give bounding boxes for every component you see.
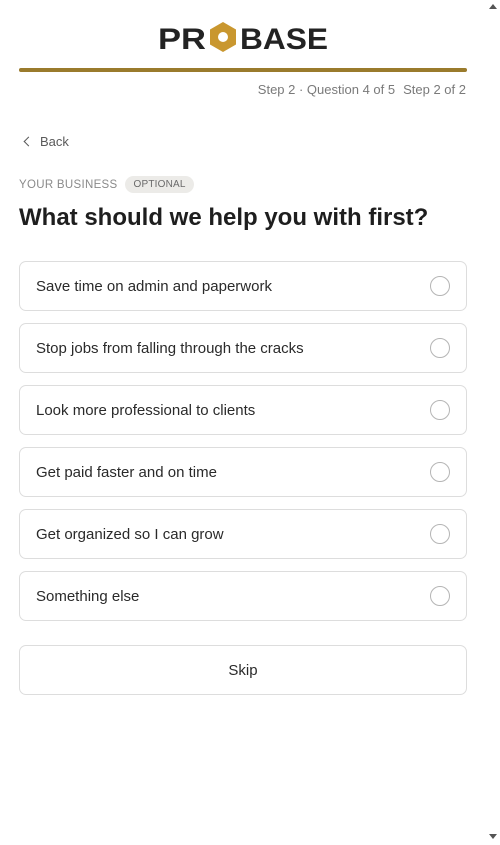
option-something-else[interactable]: Something else: [19, 571, 467, 621]
radio-icon[interactable]: [430, 524, 450, 544]
scrollbar[interactable]: [486, 0, 500, 845]
radio-icon[interactable]: [430, 586, 450, 606]
radio-icon[interactable]: [430, 462, 450, 482]
radio-icon[interactable]: [430, 400, 450, 420]
progress-fill: [19, 68, 467, 72]
options-list: Save time on admin and paperwork Stop jo…: [19, 261, 467, 633]
step-progress-text: Step 2 of 2: [403, 82, 466, 97]
section-label: YOUR BUSINESS: [19, 178, 118, 191]
probase-logo: PR BASE: [0, 22, 485, 57]
option-label: Look more professional to clients: [36, 401, 256, 419]
optional-badge: OPTIONAL: [125, 176, 194, 193]
onboarding-page: PR BASE Step 2 · Question 4 of 5 Step 2 o…: [0, 0, 500, 845]
option-label: Get paid faster and on time: [36, 463, 217, 481]
option-look-professional[interactable]: Look more professional to clients: [19, 385, 467, 435]
question-title: What should we help you with first?: [19, 204, 429, 231]
option-label: Something else: [36, 587, 140, 605]
section-header: YOUR BUSINESS OPTIONAL: [19, 176, 194, 193]
question-progress-text: Step 2 · Question 4 of 5: [257, 82, 396, 97]
back-label: Back: [40, 134, 69, 149]
radio-icon[interactable]: [430, 338, 450, 358]
option-label: Stop jobs from falling through the crack…: [36, 339, 304, 357]
option-save-time[interactable]: Save time on admin and paperwork: [19, 261, 467, 311]
scroll-down-arrow-icon[interactable]: [489, 834, 497, 839]
option-get-paid[interactable]: Get paid faster and on time: [19, 447, 467, 497]
progress-bar: [19, 68, 467, 72]
option-stop-jobs[interactable]: Stop jobs from falling through the crack…: [19, 323, 467, 373]
back-button[interactable]: Back: [22, 134, 69, 149]
option-get-organized[interactable]: Get organized so I can grow: [19, 509, 467, 559]
chevron-left-icon: [23, 136, 34, 147]
step-indicator: Step 2 · Question 4 of 5 Step 2 of 2: [258, 82, 466, 97]
svg-text:BASE: BASE: [240, 23, 328, 52]
radio-icon[interactable]: [430, 276, 450, 296]
svg-text:PR: PR: [158, 23, 206, 52]
option-label: Save time on admin and paperwork: [36, 277, 272, 295]
scroll-up-arrow-icon[interactable]: [489, 4, 497, 9]
option-label: Get organized so I can grow: [36, 525, 224, 543]
logo-mark: PR BASE: [158, 22, 328, 52]
skip-button[interactable]: Skip: [19, 645, 467, 695]
